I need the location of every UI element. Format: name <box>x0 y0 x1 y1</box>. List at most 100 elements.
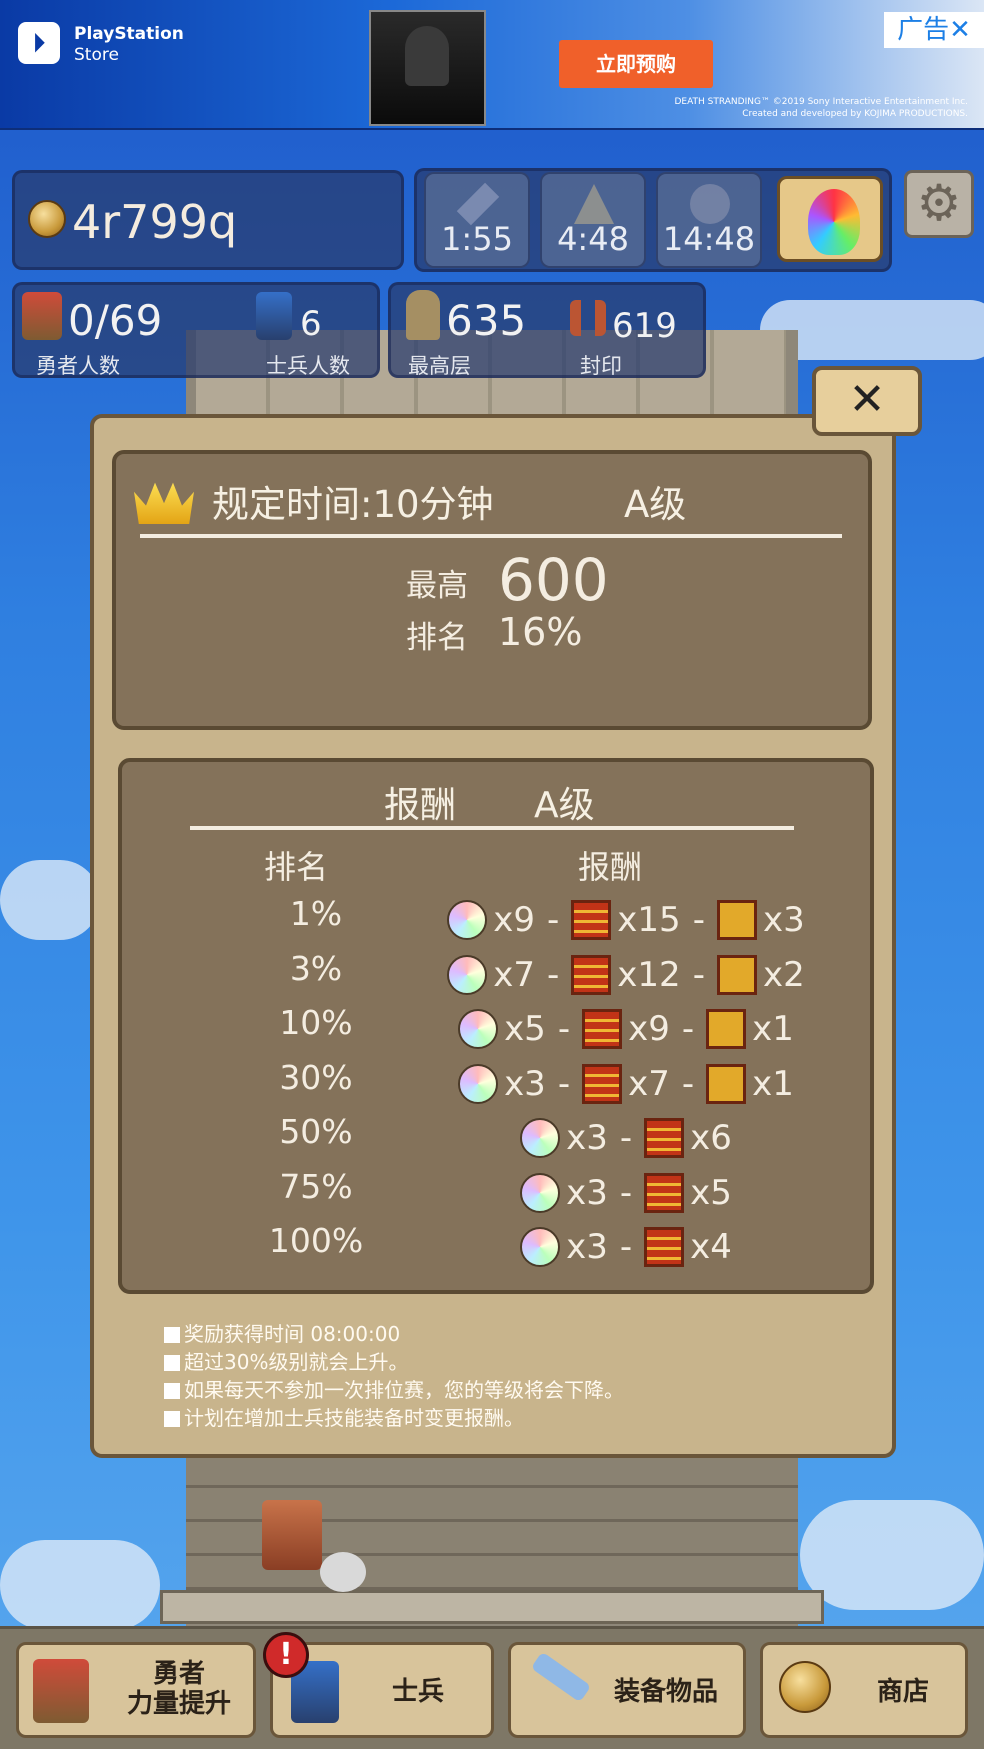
cloud <box>0 860 100 940</box>
reward-separator: - <box>619 1118 633 1158</box>
reward-qty: x3 <box>504 1063 546 1104</box>
reward-qty: x5 <box>504 1009 546 1049</box>
grade-label: A级 <box>624 483 687 526</box>
tower-floor-icon <box>406 290 440 340</box>
hero-avatar-icon <box>22 292 62 340</box>
heroes-count: 0/69 <box>68 296 163 345</box>
settings-button[interactable]: ⚙ <box>904 170 974 238</box>
gold-chest-icon <box>706 1063 747 1104</box>
reward-row: 75% x3- x5 <box>116 1167 876 1219</box>
reward-separator: - <box>619 1227 633 1267</box>
ad-close-button[interactable]: 广告✕ <box>884 12 984 48</box>
ad-fine-line2: Created and developed by KOJIMA PRODUCTI… <box>742 109 968 119</box>
timer-sword[interactable]: 1:55 <box>424 172 530 268</box>
reward-qty: x3 <box>566 1227 608 1267</box>
seal-value: 619 <box>612 306 677 346</box>
ad-fine-line1: DEATH STRANDING™ ©2019 Sony Interactive … <box>674 97 968 107</box>
dialog-close-button[interactable]: ✕ <box>812 366 922 436</box>
red-chest-icon <box>571 900 612 940</box>
coin-icon <box>779 1661 831 1713</box>
close-icon: ✕ <box>949 15 971 45</box>
reward-rank-pct: 10% <box>279 1003 353 1042</box>
best-value: 600 <box>498 546 609 614</box>
timer-sword-value: 1:55 <box>441 220 513 258</box>
soldier-avatar-icon <box>256 292 292 340</box>
reward-qty: x2 <box>762 954 805 995</box>
bullet-icon <box>164 1411 180 1427</box>
coin-icon <box>28 200 66 238</box>
tab-hero-power[interactable]: 勇者 力量提升 <box>16 1642 256 1738</box>
reward-qty: x1 <box>752 1009 794 1049</box>
ad-fine-print: DEATH STRANDING™ ©2019 Sony Interactive … <box>628 96 968 120</box>
gem-icon <box>447 900 488 940</box>
gem-icon <box>520 1227 561 1267</box>
reward-rank-pct: 1% <box>289 894 343 933</box>
rank-value: 16% <box>498 610 583 654</box>
reward-qty: x9 <box>628 1009 670 1049</box>
tab-shop[interactable]: 商店 <box>760 1642 968 1738</box>
ad-banner[interactable]: ⏵ PlayStation Store 立即预购 DEATH STRANDING… <box>0 0 984 130</box>
reward-qty: x9 <box>493 900 536 940</box>
reward-separator: - <box>692 900 705 940</box>
ad-tag-label: 广告 <box>897 15 950 45</box>
reward-qty: x7 <box>628 1063 670 1104</box>
reward-qty: x3 <box>566 1118 608 1158</box>
reward-row: 10% x5- x9- x1 <box>116 1003 876 1055</box>
reward-separator: - <box>547 954 560 995</box>
hero-sprite <box>262 1500 322 1570</box>
tower-ledge <box>160 1590 824 1624</box>
tab-hero-label: 勇者 力量提升 <box>109 1659 249 1719</box>
reward-items: x3- x7- x1 <box>416 1058 836 1110</box>
reward-separator: - <box>692 954 705 995</box>
note-item: 如果每天不参加一次排位赛，您的等级将会下降。 <box>164 1376 624 1404</box>
rewards-title: 报酬 <box>384 785 457 826</box>
rewards-divider <box>190 826 794 830</box>
axe-icon <box>320 1552 366 1592</box>
red-chest-icon <box>582 1063 623 1104</box>
timer-drill[interactable]: 4:48 <box>540 172 646 268</box>
reward-qty: x3 <box>566 1172 608 1213</box>
ad-brand: PlayStation Store <box>74 24 184 66</box>
time-limit-title: 规定时间:10分钟 <box>212 483 494 526</box>
gem-icon <box>520 1118 561 1158</box>
alert-badge: ! <box>263 1632 309 1678</box>
ad-cta-button[interactable]: 立即预购 <box>559 40 713 88</box>
hero-avatar-icon <box>33 1659 89 1723</box>
bullet-icon <box>164 1327 180 1343</box>
red-chest-icon <box>644 1172 685 1213</box>
reward-items: x3- x5 <box>416 1167 836 1219</box>
ad-brand-line2: Store <box>74 45 119 65</box>
seal-icon <box>570 300 606 336</box>
ad-brand-line1: PlayStation <box>74 24 184 44</box>
col-reward-header: 报酬 <box>578 848 643 886</box>
tab-equipment-label: 装备物品 <box>613 1677 718 1707</box>
sword-icon <box>456 182 500 226</box>
timer-drill-value: 4:48 <box>557 220 629 258</box>
tornado-icon <box>808 189 860 255</box>
cloud <box>800 1500 984 1610</box>
reward-items: x3- x6 <box>416 1112 836 1164</box>
note-item: 计划在增加士兵技能装备时变更报酬。 <box>164 1404 624 1432</box>
reward-rank-pct: 50% <box>279 1112 353 1151</box>
gem-icon <box>520 1172 561 1213</box>
reward-items: x3- x4 <box>416 1221 836 1273</box>
timer-boss[interactable]: 14:48 <box>656 172 762 268</box>
sword-icon <box>530 1651 592 1703</box>
tab-hero-label-line1: 勇者 <box>152 1659 205 1689</box>
best-label: 最高 <box>406 568 468 604</box>
rewards-grade: A级 <box>534 785 595 826</box>
tab-equipment[interactable]: 装备物品 <box>508 1642 746 1738</box>
reward-separator: - <box>557 1063 571 1104</box>
reward-rank-pct: 75% <box>279 1166 353 1206</box>
reward-row: 1% x9- x15- x3 <box>116 894 876 946</box>
gear-icon: ⚙ <box>916 174 962 232</box>
tornado-button[interactable] <box>777 176 883 262</box>
bullet-icon <box>164 1383 180 1399</box>
gem-icon <box>447 954 488 995</box>
reward-separator: - <box>557 1009 571 1049</box>
gold-chest-icon <box>716 900 757 940</box>
max-floor-label: 最高层 <box>408 354 471 378</box>
reward-items: x7- x12- x2 <box>416 949 836 1001</box>
title-divider <box>140 534 842 538</box>
gem-icon <box>458 1063 499 1104</box>
